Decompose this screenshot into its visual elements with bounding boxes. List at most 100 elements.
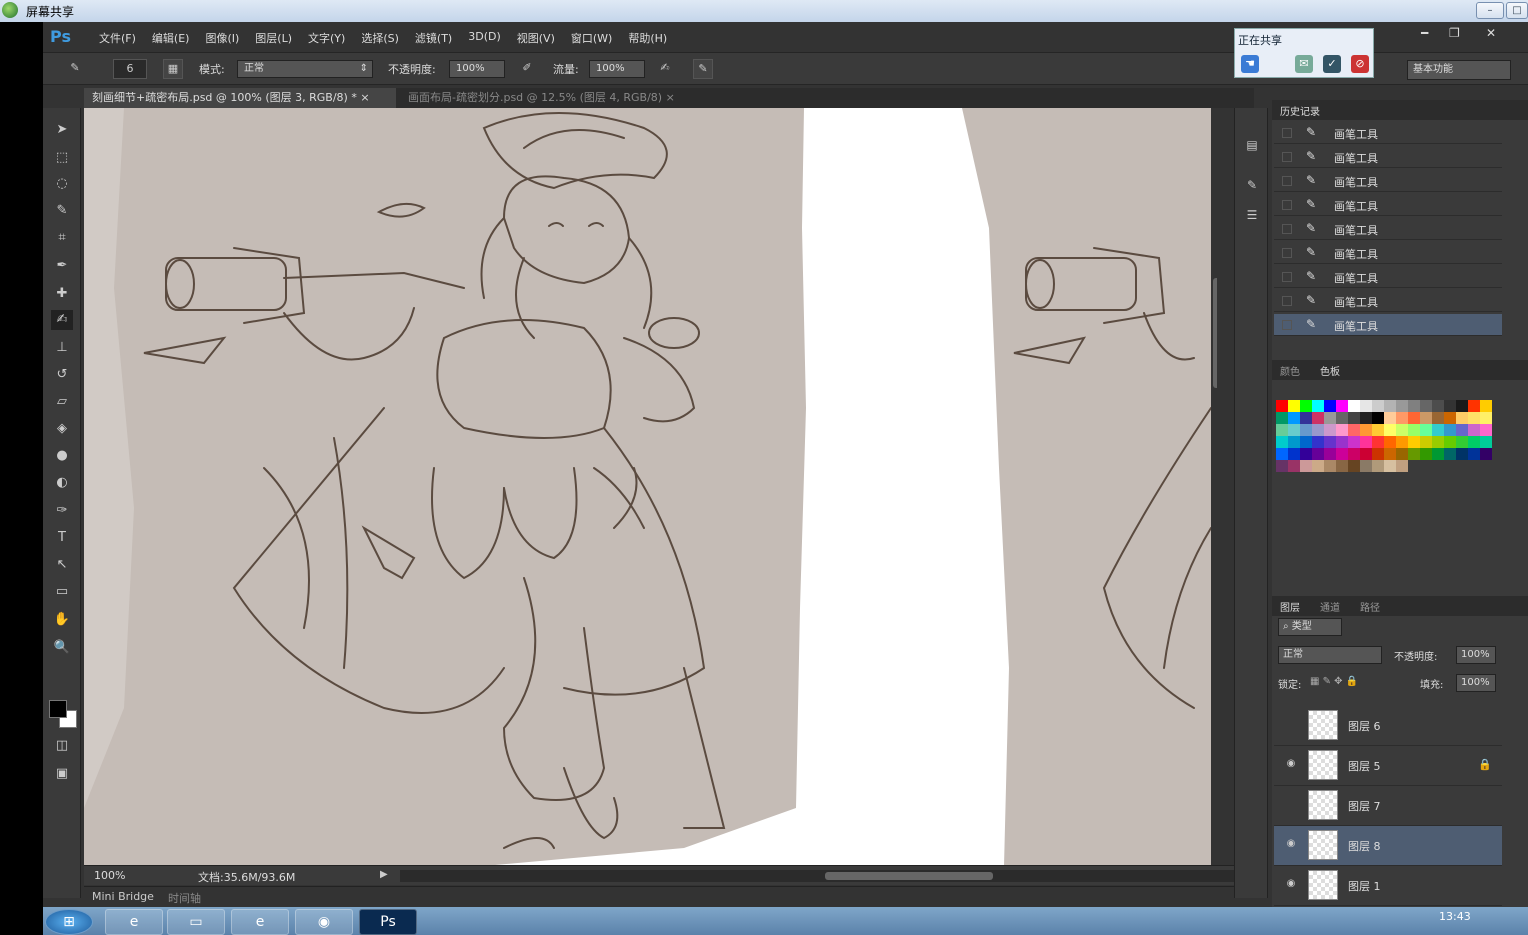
path-select-tool-icon[interactable]: ↖ (51, 555, 73, 575)
lasso-tool-icon[interactable]: ◌ (51, 174, 73, 194)
brush-panel-toggle-icon[interactable]: ▦ (163, 59, 183, 79)
hand-icon[interactable]: ☚ (1241, 55, 1259, 73)
hand-tool-icon[interactable]: ✋ (51, 610, 73, 630)
layer-row[interactable]: ◉ 图层 5 🔒 (1274, 746, 1502, 786)
visibility-eye-icon[interactable] (1284, 798, 1298, 812)
color-swatch[interactable] (1348, 424, 1360, 436)
snapshot-checkbox[interactable] (1282, 320, 1292, 330)
color-swatch[interactable] (1360, 424, 1372, 436)
history-item[interactable]: ✎ 画笔工具 (1274, 242, 1502, 264)
color-swatch[interactable] (1360, 460, 1372, 472)
color-swatch[interactable] (1396, 424, 1408, 436)
vertical-scrollbar[interactable] (1211, 108, 1217, 866)
color-swatch[interactable] (1384, 400, 1396, 412)
color-swatch[interactable] (1312, 460, 1324, 472)
blend-mode-select[interactable]: 正常 (1278, 646, 1382, 664)
fill-input[interactable]: 100% (1456, 674, 1496, 692)
snapshot-checkbox[interactable] (1282, 200, 1292, 210)
color-swatch[interactable] (1444, 448, 1456, 460)
menu-item[interactable]: 文字(Y) (300, 30, 353, 46)
minimize-button[interactable]: ━ (1421, 26, 1428, 40)
zoom-tool-icon[interactable]: 🔍 (51, 638, 73, 658)
stop-share-icon[interactable]: ⊘ (1351, 55, 1369, 73)
share-minimize-button[interactable]: – (1476, 2, 1504, 19)
timeline-tab[interactable]: 时间轴 (168, 890, 201, 906)
stamp-tool-icon[interactable]: ⊥ (51, 338, 73, 358)
color-swatch[interactable] (1348, 436, 1360, 448)
brush-panel-icon[interactable]: ✎ (1243, 178, 1261, 196)
shape-tool-icon[interactable]: ▭ (51, 582, 73, 602)
menu-item[interactable]: 编辑(E) (144, 30, 198, 46)
color-swatch[interactable] (1300, 424, 1312, 436)
color-swatch[interactable] (1432, 424, 1444, 436)
color-swatch[interactable] (1432, 436, 1444, 448)
quick-select-tool-icon[interactable]: ✎ (51, 201, 73, 221)
color-swatch[interactable] (1324, 400, 1336, 412)
color-swatch[interactable] (1348, 400, 1360, 412)
pressure-size-icon[interactable]: ✎ (693, 59, 713, 79)
start-button[interactable]: ⊞ (45, 909, 93, 935)
layer-filter-select[interactable]: ⌕ 类型 (1278, 618, 1342, 636)
share-app-taskbar-icon[interactable]: ◉ (295, 909, 353, 935)
snapshot-checkbox[interactable] (1282, 152, 1292, 162)
annotate-icon[interactable]: ✓ (1323, 55, 1341, 73)
tab-document-2[interactable]: 画面布局-疏密划分.psd @ 12.5% (图层 4, RGB/8) × (400, 88, 700, 108)
color-swatch[interactable] (1300, 448, 1312, 460)
paint-bucket-tool-icon[interactable]: ◈ (51, 419, 73, 439)
tab-history[interactable]: 历史记录 (1280, 103, 1320, 118)
color-swatch[interactable] (1288, 400, 1300, 412)
color-swatch[interactable] (1420, 448, 1432, 460)
color-swatch[interactable] (1324, 424, 1336, 436)
color-swatch[interactable] (1336, 448, 1348, 460)
pen-tool-icon[interactable]: ✑ (51, 501, 73, 521)
opacity-input[interactable]: 100% (449, 60, 505, 78)
explorer-taskbar-icon[interactable]: ▭ (167, 909, 225, 935)
history-item[interactable]: ✎ 画笔工具 (1274, 170, 1502, 192)
color-swatch[interactable] (1384, 436, 1396, 448)
color-swatch[interactable] (1408, 400, 1420, 412)
color-swatch[interactable] (1324, 448, 1336, 460)
color-swatch[interactable] (1480, 448, 1492, 460)
color-swatch[interactable] (1276, 400, 1288, 412)
tab-swatches[interactable]: 色板 (1320, 363, 1340, 378)
color-swatch[interactable] (1468, 412, 1480, 424)
tab-color[interactable]: 颜色 (1280, 363, 1300, 378)
color-swatch[interactable] (1444, 412, 1456, 424)
color-swatch[interactable] (1372, 400, 1384, 412)
close-button[interactable]: ✕ (1486, 26, 1496, 40)
menu-item[interactable]: 滤镜(T) (407, 30, 460, 46)
foreground-color-swatch[interactable] (49, 700, 67, 718)
document-canvas[interactable] (84, 108, 1211, 866)
color-swatch[interactable] (1396, 412, 1408, 424)
color-swatch[interactable] (1456, 400, 1468, 412)
color-swatch[interactable] (1360, 436, 1372, 448)
healing-brush-tool-icon[interactable]: ✚ (51, 284, 73, 304)
vertical-scroll-thumb[interactable] (1213, 278, 1217, 388)
color-swatch[interactable] (1384, 412, 1396, 424)
menu-item[interactable]: 文件(F) (91, 30, 144, 46)
menu-item[interactable]: 图层(L) (247, 30, 300, 46)
visibility-eye-icon[interactable] (1284, 718, 1298, 732)
menu-item[interactable]: 窗口(W) (563, 30, 620, 46)
color-swatch[interactable] (1372, 424, 1384, 436)
color-swatch[interactable] (1396, 400, 1408, 412)
color-swatch[interactable] (1360, 400, 1372, 412)
color-swatch[interactable] (1432, 412, 1444, 424)
color-swatch[interactable] (1336, 424, 1348, 436)
close-icon[interactable]: × (666, 91, 675, 104)
color-swatch[interactable] (1312, 436, 1324, 448)
color-swatch[interactable] (1444, 424, 1456, 436)
color-swatch[interactable] (1384, 424, 1396, 436)
mode-select[interactable]: 正常 ⇕ (237, 60, 373, 78)
color-swatch[interactable] (1276, 436, 1288, 448)
color-swatch[interactable] (1396, 448, 1408, 460)
color-swatch[interactable] (1360, 412, 1372, 424)
color-swatch[interactable] (1336, 436, 1348, 448)
color-swatch[interactable] (1288, 460, 1300, 472)
restore-button[interactable]: ❐ (1449, 26, 1460, 40)
history-item[interactable]: ✎ 画笔工具 (1274, 194, 1502, 216)
color-swatch[interactable] (1288, 436, 1300, 448)
color-swatch[interactable] (1300, 460, 1312, 472)
visibility-eye-icon[interactable]: ◉ (1284, 758, 1298, 772)
color-swatch[interactable] (1432, 448, 1444, 460)
